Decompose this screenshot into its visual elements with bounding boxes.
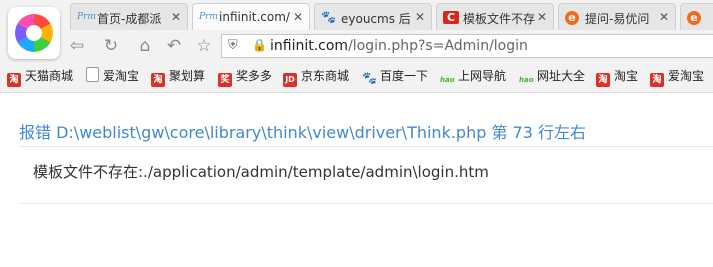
- tab-title: eyoucms 后: [341, 12, 411, 26]
- bookmark-aitaobao[interactable]: 爱淘宝: [86, 67, 139, 85]
- jd-icon: JD: [283, 73, 297, 87]
- bookmark-label: 上网导航: [458, 69, 507, 83]
- tab-question[interactable]: e 提问-易优问 ✕: [558, 3, 676, 30]
- url-text[interactable]: infiinit.com/login.php?s=Admin/login: [270, 38, 528, 54]
- e-favicon-icon: e: [565, 11, 579, 25]
- tab-close-icon[interactable]: ✕: [293, 10, 303, 24]
- tab-login[interactable]: Prm infiinit.com/ ✕: [192, 3, 310, 30]
- jiang-icon: 奖: [218, 73, 232, 87]
- divider: [19, 146, 713, 147]
- star-icon[interactable]: ☆: [193, 35, 215, 57]
- divider: [19, 203, 713, 204]
- tab-title: 模板文件不存: [463, 12, 536, 26]
- bookmark-label: 爱淘宝: [668, 69, 705, 83]
- baidu-paw-icon: 🐾: [321, 10, 336, 24]
- bookmark-label: 爱淘宝: [103, 69, 140, 83]
- bookmark-baidu[interactable]: 🐾 百度一下: [362, 67, 428, 85]
- bookmarks-bar: 淘天猫商城 爱淘宝 淘聚划算 奖奖多多 JD 京东商城 🐾 百度一下 hao 上网导航…: [0, 62, 713, 90]
- bookmark-juhuasuan[interactable]: 淘聚划算: [151, 67, 206, 87]
- bookmark-hao-directory[interactable]: hao 网址大全: [519, 67, 585, 85]
- prm-favicon-icon: Prm: [77, 12, 96, 22]
- bookmark-label: 奖多多: [236, 69, 273, 83]
- bookmark-label: 天猫商城: [25, 69, 74, 83]
- c-favicon-icon: C: [443, 11, 459, 24]
- tab-title: 提问-易优问: [585, 12, 650, 26]
- tab-strip: Prm 首页-成都派 ✕ Prm infiinit.com/ ✕ 🐾 eyouc…: [68, 0, 713, 31]
- reload-icon[interactable]: ↻: [100, 35, 122, 57]
- undo-icon[interactable]: ↶: [163, 35, 185, 57]
- tab-title: 首页-成都派: [97, 12, 162, 26]
- taobao-icon: 淘: [7, 73, 21, 87]
- bookmark-label: 网址大全: [537, 69, 586, 83]
- prm-favicon-icon: Prm: [199, 12, 218, 22]
- e-favicon-icon: e: [687, 11, 701, 25]
- tab-partial[interactable]: e: [680, 3, 713, 30]
- shield-icon[interactable]: ⛨: [228, 38, 238, 53]
- hao-icon: hao: [440, 76, 455, 84]
- error-message: 模板文件不存在:./application/admin/template/adm…: [33, 163, 489, 181]
- baidu-paw-icon: 🐾: [362, 71, 377, 85]
- navigation-bar: ⇦ ↻ ⌂ ↶ ☆ ⛨ 🔒 infiinit.com/login.php?s=A…: [0, 31, 713, 61]
- tab-eyoucms[interactable]: 🐾 eyoucms 后 ✕: [314, 3, 432, 30]
- back-icon[interactable]: ⇦: [66, 35, 88, 57]
- url-path: /login.php?s=Admin/login: [348, 38, 528, 54]
- url-host: infiinit.com: [270, 38, 349, 54]
- insecure-lock-icon[interactable]: 🔒: [252, 38, 267, 52]
- bookmark-label: 京东商城: [301, 69, 350, 83]
- tab-close-icon[interactable]: ✕: [415, 10, 425, 24]
- address-bar[interactable]: ⛨ 🔒 infiinit.com/login.php?s=Admin/login: [221, 34, 713, 58]
- home-icon[interactable]: ⌂: [134, 35, 156, 57]
- bookmark-label: 聚划算: [169, 69, 206, 83]
- error-title: 报错 D:\weblist\gw\core\library\think\view…: [19, 123, 586, 142]
- tab-close-icon[interactable]: ✕: [659, 10, 669, 24]
- taobao-icon: 淘: [650, 73, 664, 87]
- bookmark-label: 百度一下: [380, 69, 429, 83]
- bookmark-aitaobao-2[interactable]: 淘爱淘宝: [650, 67, 705, 87]
- tab-close-icon[interactable]: ✕: [171, 10, 181, 24]
- bookmark-tmall[interactable]: 淘天猫商城: [7, 67, 74, 87]
- page-icon: [86, 67, 99, 82]
- bookmark-jiangduoduo[interactable]: 奖奖多多: [218, 67, 273, 87]
- tab-template-error[interactable]: C 模板文件不存 ✕: [436, 3, 554, 30]
- hao-icon: hao: [519, 76, 534, 84]
- bookmark-jd[interactable]: JD 京东商城: [283, 67, 350, 87]
- tab-title: infiinit.com/: [219, 10, 290, 24]
- bookmark-taobao[interactable]: 淘淘宝: [596, 67, 639, 87]
- tab-close-icon[interactable]: ✕: [537, 10, 547, 24]
- browser-chrome: Prm 首页-成都派 ✕ Prm infiinit.com/ ✕ 🐾 eyouc…: [0, 0, 713, 93]
- bookmark-label: 淘宝: [614, 69, 639, 83]
- taobao-icon: 淘: [596, 73, 610, 87]
- tab-home[interactable]: Prm 首页-成都派 ✕: [70, 3, 188, 30]
- bookmark-hao-nav[interactable]: hao 上网导航: [440, 67, 506, 85]
- taobao-icon: 淘: [151, 73, 165, 87]
